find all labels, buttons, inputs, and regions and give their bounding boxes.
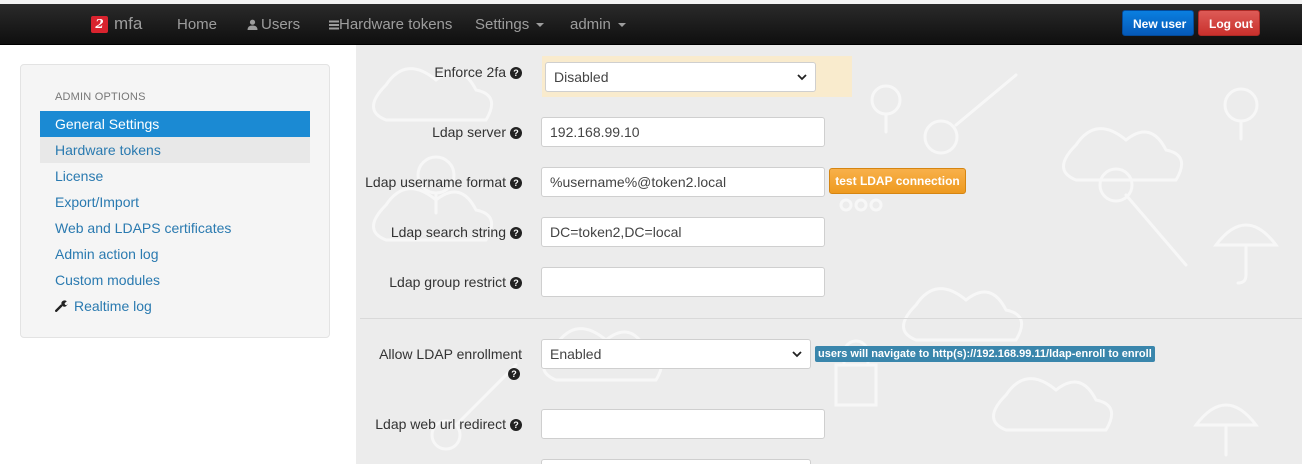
general-settings-panel: Enforce 2fa? Disabled Ldap server? 192.1…	[356, 45, 1302, 464]
nav-home[interactable]: Home	[177, 16, 217, 33]
chevron-down-icon	[797, 73, 807, 80]
sidebar-item-hardware-tokens[interactable]: Hardware tokens	[40, 137, 310, 163]
allow-ldap-enrollment-label: Allow LDAP enrollment	[379, 346, 522, 362]
help-icon[interactable]: ?	[510, 227, 522, 239]
enforce-2fa-select[interactable]: Disabled	[545, 62, 816, 92]
nav-users-label: Users	[261, 16, 301, 33]
nav-hardware-tokens-label: Hardware tokens	[339, 16, 453, 33]
brand[interactable]: 2 mfa	[91, 13, 142, 35]
new-user-button[interactable]: New user	[1122, 10, 1194, 36]
ldap-search-string-input[interactable]: DC=token2,DC=local	[541, 217, 825, 247]
sidebar-item-general-settings[interactable]: General Settings	[40, 111, 310, 137]
nav-settings-dropdown[interactable]: Settings	[475, 16, 545, 33]
enroll-info-badge: users will navigate to http(s)://192.168…	[815, 346, 1155, 362]
ldap-web-url-redirect-input[interactable]	[541, 409, 825, 439]
sidebar-item-export-import[interactable]: Export/Import	[40, 189, 310, 215]
nav-settings-label: Settings	[475, 16, 530, 33]
nav-home-label: Home	[177, 16, 218, 33]
sidebar-header: ADMIN OPTIONS	[55, 91, 146, 103]
caret-down-icon	[617, 22, 626, 27]
log-out-button[interactable]: Log out	[1198, 10, 1260, 36]
ldap-group-restrict-label: Ldap group restrict?	[389, 274, 522, 290]
allow-ldap-enrollment-value: Enabled	[550, 346, 602, 362]
section-divider	[360, 318, 1302, 319]
test-ldap-connection-button[interactable]: test LDAP connection	[829, 168, 966, 194]
token2-logo-icon: 2	[91, 15, 108, 33]
chevron-down-icon	[792, 350, 802, 357]
sidebar-item-realtime-log-label: Realtime log	[74, 298, 152, 314]
enforce-2fa-label: Enforce 2fa?	[434, 64, 522, 80]
brand-name: mfa	[114, 14, 143, 33]
user-icon	[247, 19, 258, 30]
help-icon[interactable]: ?	[510, 127, 522, 139]
sidebar-item-admin-action-log[interactable]: Admin action log	[40, 241, 310, 267]
help-icon[interactable]: ?	[510, 419, 522, 431]
nav-users[interactable]: Users	[247, 16, 300, 33]
allow-ldap-enrollment-select[interactable]: Enabled	[541, 339, 811, 369]
sidebar-item-license[interactable]: License	[40, 163, 310, 189]
nav-admin-dropdown[interactable]: admin	[570, 16, 626, 33]
ldap-group-restrict-input[interactable]	[541, 267, 825, 297]
caret-down-icon	[536, 22, 545, 27]
help-icon[interactable]: ?	[510, 177, 522, 189]
sidebar-item-custom-modules[interactable]: Custom modules	[40, 267, 310, 293]
next-field-partial[interactable]	[541, 459, 811, 464]
background-pattern	[372, 67, 1280, 457]
nav-hardware-tokens[interactable]: Hardware tokens	[329, 16, 452, 33]
nav-admin-label: admin	[570, 16, 611, 33]
help-icon[interactable]: ?	[510, 277, 522, 289]
wrench-icon	[55, 300, 68, 312]
ldap-search-string-label: Ldap search string?	[391, 224, 522, 240]
ldap-server-label: Ldap server?	[432, 124, 522, 140]
ldap-username-format-input[interactable]: %username%@token2.local	[541, 167, 825, 197]
help-icon[interactable]: ?	[508, 368, 520, 380]
sidebar-item-web-ldaps-certificates[interactable]: Web and LDAPS certificates	[40, 215, 310, 241]
navbar: 2 mfa Home Users Hardware tokens Setting…	[0, 4, 1302, 45]
enforce-2fa-value: Disabled	[554, 69, 609, 85]
list-icon	[329, 20, 339, 29]
sidebar-item-realtime-log[interactable]: Realtime log	[40, 293, 310, 319]
ldap-web-url-redirect-label: Ldap web url redirect?	[375, 416, 522, 432]
ldap-server-input[interactable]: 192.168.99.10	[541, 117, 825, 147]
ldap-username-format-label: Ldap username format?	[365, 174, 522, 190]
help-icon[interactable]: ?	[510, 67, 522, 79]
admin-options-sidebar: ADMIN OPTIONS General Settings Hardware …	[20, 64, 330, 338]
